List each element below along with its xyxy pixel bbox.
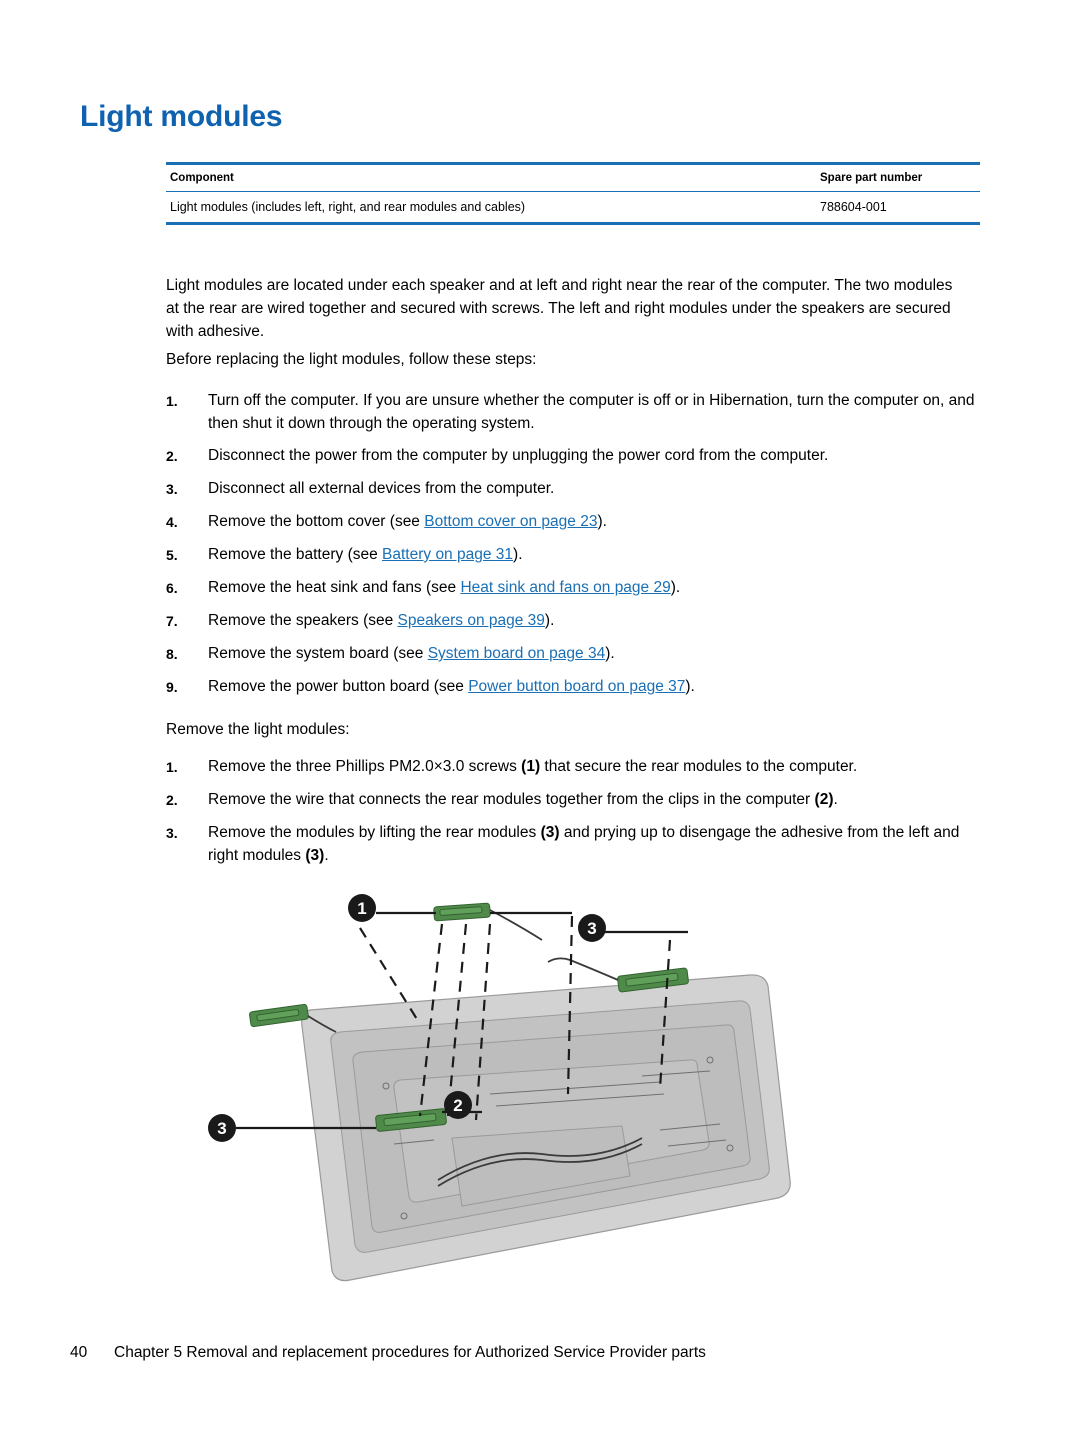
table-header-row: Component Spare part number [166, 165, 980, 191]
step-text-run: Remove the battery (see [208, 546, 383, 563]
module-wire-2 [547, 957, 619, 981]
step-text-run: Remove the speakers (see [208, 612, 398, 629]
callout-3-left: 3 [208, 1114, 236, 1142]
step-text-run: Remove the power button board (see [208, 678, 469, 695]
step-text-run: Turn off the computer. If you are unsure… [208, 392, 975, 432]
parts-table: Component Spare part number Light module… [166, 162, 980, 225]
table-cell-spare-part-number: 788604-001 [820, 200, 887, 214]
callout-reference: (2) [814, 791, 834, 808]
before-steps-lead-in: Before replacing the light modules, foll… [166, 351, 537, 368]
before-step-item: 1. Turn off the computer. If you are unsu… [166, 389, 986, 435]
removal-step-number: 3. [166, 825, 178, 841]
step-text-run: . [324, 847, 329, 864]
step-text-run: Disconnect all external devices from the… [208, 480, 555, 497]
step-text-run: Remove the wire that connects the rear m… [208, 791, 815, 808]
before-step-number: 8. [166, 646, 178, 662]
cross-reference-link[interactable]: Bottom cover on page 23 [424, 513, 597, 530]
step-text-run: ). [670, 579, 681, 596]
intro-paragraph: Light modules are located under each spe… [166, 277, 953, 340]
removal-step-item: 1. Remove the three Phillips PM2.0×3.0 sc… [166, 755, 986, 779]
before-step-item: 4. Remove the bottom cover (see Bottom co… [166, 510, 986, 534]
before-step-text: Remove the power button board (see Power… [208, 675, 986, 699]
before-step-number: 3. [166, 481, 178, 497]
step-text-run: ). [685, 678, 695, 695]
before-step-text: Remove the bottom cover (see Bottom cove… [208, 510, 986, 534]
footer-chapter-text: Chapter 5 Removal and replacement proced… [114, 1344, 706, 1361]
before-step-number: 2. [166, 448, 178, 464]
callout-2: 2 [444, 1091, 472, 1119]
removal-step-number: 2. [166, 792, 178, 808]
step-text-run: Remove the bottom cover (see [208, 513, 425, 530]
callout-reference: (3) [540, 824, 560, 841]
table-header-spare-part-number: Spare part number [820, 172, 923, 184]
callout-reference: (3) [305, 847, 325, 864]
table-row: Light modules (includes left, right, and… [166, 192, 980, 222]
removal-step-item: 2. Remove the wire that connects the rear… [166, 788, 986, 812]
removal-steps-lead-in: Remove the light modules: [166, 721, 350, 738]
step-text-run: ). [597, 513, 607, 530]
left-light-module [249, 1003, 309, 1028]
removal-step-text: Remove the modules by lifting the rear m… [208, 821, 986, 867]
table-header-component: Component [170, 172, 234, 184]
cross-reference-link[interactable]: Speakers on page 39 [398, 612, 545, 629]
step-text-run: Remove the heat sink and fans (see [208, 579, 461, 596]
light-modules-figure: .ln { stroke:#1a1a1a; stroke-width:2.2; … [190, 880, 810, 1290]
before-steps-list: 1. Turn off the computer. If you are unsu… [166, 389, 986, 708]
before-step-number: 9. [166, 679, 178, 695]
svg-text:3: 3 [217, 1119, 226, 1138]
table-rule-bottom [166, 222, 980, 225]
before-step-item: 3. Disconnect all external devices from t… [166, 477, 986, 501]
step-text-run: Remove the system board (see [208, 645, 428, 662]
before-step-number: 7. [166, 613, 178, 629]
before-step-text: Turn off the computer. If you are unsure… [208, 389, 986, 435]
step-text-run: that secure the rear modules to the comp… [540, 758, 858, 775]
step-text-run: Remove the three Phillips PM2.0×3.0 scre… [208, 758, 522, 775]
document-page: Light modules Component Spare part numbe… [0, 0, 1080, 1437]
callout-1: 1 [348, 894, 376, 922]
removal-step-text: Remove the wire that connects the rear m… [208, 788, 986, 812]
rear-light-module-left [433, 902, 491, 922]
step-text-run: ). [605, 645, 615, 662]
before-step-item: 2. Disconnect the power from the computer… [166, 444, 986, 468]
before-step-item: 7. Remove the speakers (see Speakers on p… [166, 609, 986, 633]
svg-text:1: 1 [357, 899, 366, 918]
step-text-run: Disconnect the power from the computer b… [208, 447, 829, 464]
before-step-text: Disconnect all external devices from the… [208, 477, 986, 501]
before-step-number: 1. [166, 393, 178, 409]
table-cell-component: Light modules (includes left, right, and… [170, 200, 526, 214]
before-step-item: 9. Remove the power button board (see Pow… [166, 675, 986, 699]
step-text-run: ). [513, 546, 523, 563]
step-text-run: Remove the modules by lifting the rear m… [208, 824, 541, 841]
before-step-text: Remove the system board (see System boar… [208, 642, 986, 666]
step-text-run: ). [544, 612, 555, 629]
cross-reference-link[interactable]: Heat sink and fans on page 29 [460, 579, 670, 596]
before-step-item: 8. Remove the system board (see System bo… [166, 642, 986, 666]
footer-page-number: 40 [70, 1344, 88, 1361]
cross-reference-link[interactable]: Power button board on page 37 [468, 678, 685, 695]
cross-reference-link[interactable]: Battery on page 31 [382, 546, 513, 563]
removal-step-text: Remove the three Phillips PM2.0×3.0 scre… [208, 755, 986, 779]
page-title: Light modules [80, 100, 283, 133]
before-step-text: Remove the battery (see Battery on page … [208, 543, 986, 567]
step-text-run: . [833, 791, 838, 808]
callout-3-top: 3 [578, 914, 606, 942]
before-step-text: Remove the speakers (see Speakers on pag… [208, 609, 986, 633]
page-footer: 40 Chapter 5 Removal and replacement proc… [70, 1344, 706, 1362]
svg-text:3: 3 [587, 919, 596, 938]
removal-step-number: 1. [166, 759, 178, 775]
cross-reference-link[interactable]: System board on page 34 [428, 645, 606, 662]
before-step-number: 6. [166, 580, 178, 596]
before-step-text: Disconnect the power from the computer b… [208, 444, 986, 468]
removal-steps-list: 1. Remove the three Phillips PM2.0×3.0 sc… [166, 755, 986, 876]
before-step-item: 6. Remove the heat sink and fans (see Hea… [166, 576, 986, 600]
callout-reference: (1) [521, 758, 541, 775]
before-step-number: 4. [166, 514, 178, 530]
svg-text:2: 2 [453, 1096, 462, 1115]
before-step-item: 5. Remove the battery (see Battery on pag… [166, 543, 986, 567]
before-step-text: Remove the heat sink and fans (see Heat … [208, 576, 986, 600]
before-step-number: 5. [166, 547, 178, 563]
removal-step-item: 3. Remove the modules by lifting the rear… [166, 821, 986, 867]
module-wire [489, 909, 543, 941]
